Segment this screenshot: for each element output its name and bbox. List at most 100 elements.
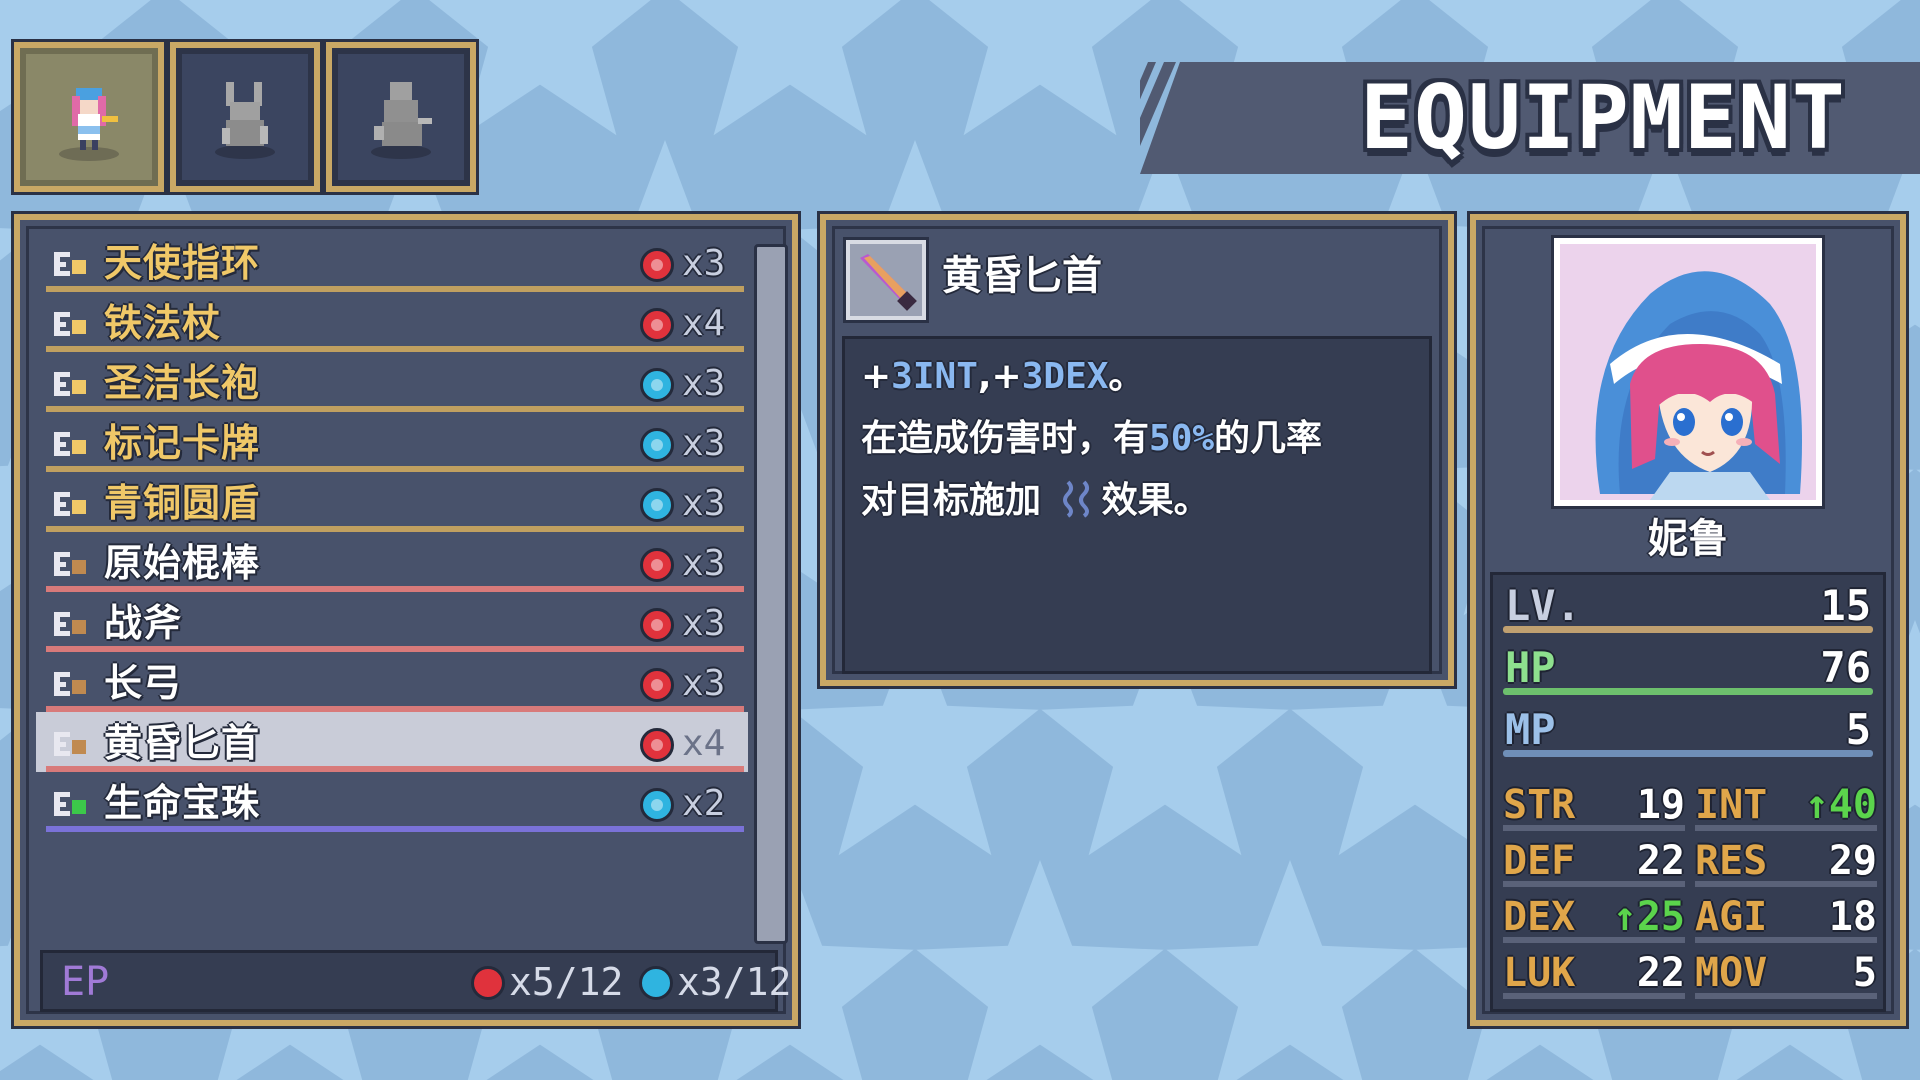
stat-value: 18 xyxy=(1828,894,1877,940)
equipment-item-cost: x4 xyxy=(682,303,726,344)
equipment-item-name: 天使指环 xyxy=(104,241,261,285)
text-chance-post: 的几率 xyxy=(1214,418,1323,459)
character-name: 妮鲁 xyxy=(1648,516,1728,562)
item-description: +3INT,+3DEX。 在造成伤害时，有50%的几率 对目标施加 效果。 xyxy=(842,336,1432,674)
description-line-1: +3INT,+3DEX。 xyxy=(861,353,1144,401)
mp-value: 5 xyxy=(1845,705,1871,754)
equipment-item-name: 青铜圆盾 xyxy=(104,481,261,525)
tab-character-1[interactable] xyxy=(11,39,167,195)
description-line-3: 对目标施加 效果。 xyxy=(861,477,1210,525)
tab-character-2[interactable] xyxy=(167,39,323,195)
equipment-item-name: 铁法杖 xyxy=(104,301,222,345)
stat-value: ↑25 xyxy=(1612,894,1685,940)
stat-value: 22 xyxy=(1636,838,1685,884)
red-orb-icon xyxy=(471,966,505,1000)
stat-bonus-int: 3INT xyxy=(891,356,978,397)
stat-int: INT ↑40 xyxy=(1695,779,1877,833)
stat-agi: AGI 18 xyxy=(1695,891,1877,945)
item-detail-panel: 黄昏匕首 +3INT,+3DEX。 在造成伤害时，有50%的几率 对目标施加 效… xyxy=(817,211,1457,689)
stat-label: AGI xyxy=(1695,894,1768,940)
equipment-item[interactable]: 圣洁长袍 x3 xyxy=(36,352,748,412)
equipment-item[interactable]: 标记卡牌 x3 xyxy=(36,412,748,472)
hp-row: HP 76 xyxy=(1503,641,1873,699)
equipment-item[interactable]: 铁法杖 x4 xyxy=(36,292,748,352)
blue-orb-icon xyxy=(639,966,673,1000)
equipment-item-name: 生命宝珠 xyxy=(104,781,261,825)
equipment-item-name: 战斧 xyxy=(104,601,183,645)
armor-icon xyxy=(50,364,90,404)
equipment-item-name: 长弓 xyxy=(104,661,183,705)
stat-value: 5 xyxy=(1852,950,1877,996)
hp-value: 76 xyxy=(1820,643,1871,692)
stat-label: MOV xyxy=(1695,950,1768,996)
stat-str: STR 19 xyxy=(1503,779,1685,833)
stat-luk: LUK 22 xyxy=(1503,947,1685,1001)
bow-icon xyxy=(50,664,90,704)
background-star xyxy=(916,860,1164,1080)
equipment-item-cost: x4 xyxy=(682,723,726,764)
stat-underline xyxy=(1503,993,1685,999)
staff-icon xyxy=(50,304,90,344)
blue-orb-icon xyxy=(640,488,674,522)
screen-title: EQUIPMENT xyxy=(1360,66,1846,169)
stat-label: DEX xyxy=(1503,894,1576,940)
blue-orb-icon xyxy=(640,788,674,822)
equipment-item[interactable]: 长弓 x3 xyxy=(36,652,748,712)
dagger-icon xyxy=(50,724,90,764)
accessory-icon xyxy=(50,244,90,284)
background-star xyxy=(1166,860,1414,1080)
stat-value: 19 xyxy=(1636,782,1685,828)
equipment-item[interactable]: 青铜圆盾 x3 xyxy=(36,472,748,532)
stat-label: INT xyxy=(1695,782,1768,828)
wave-status-icon xyxy=(1062,480,1089,518)
equipment-item-cost: x3 xyxy=(682,663,726,704)
stat-label: RES xyxy=(1695,838,1768,884)
hp-bar xyxy=(1503,688,1873,695)
mage-girl-sprite-icon xyxy=(59,88,119,161)
stat-mov: MOV 5 xyxy=(1695,947,1877,1001)
tab-character-3[interactable] xyxy=(323,39,479,195)
locked-character-silhouette-icon xyxy=(215,82,275,159)
ep-summary-bar: EP x5/12 x3/12 xyxy=(40,950,791,1012)
stat-underline xyxy=(1695,881,1877,887)
equipment-item-cost: x2 xyxy=(682,783,726,824)
club-icon xyxy=(50,544,90,584)
stats-box: LV. 15 HP 76 MP 5 STR 19 INT ↑40 DEF 22 RES 29 D… xyxy=(1490,572,1886,1012)
hp-label: HP xyxy=(1505,643,1556,692)
equipment-item[interactable]: 战斧 x3 xyxy=(36,592,748,652)
background-star xyxy=(679,0,901,136)
mp-label: MP xyxy=(1505,705,1556,754)
stat-label: LUK xyxy=(1503,950,1576,996)
level-value: 15 xyxy=(1820,581,1871,630)
scrollbar[interactable] xyxy=(754,244,788,944)
stat-value: 22 xyxy=(1636,950,1685,996)
red-orb-icon xyxy=(640,248,674,282)
stat-bonus-dex: 3DEX xyxy=(1021,356,1109,397)
stat-underline xyxy=(1503,937,1685,943)
locked-character-silhouette-icon xyxy=(371,82,432,159)
card-icon xyxy=(50,424,90,464)
equipment-item[interactable]: 天使指环 x3 xyxy=(36,232,748,292)
dagger-icon xyxy=(860,254,917,311)
text-period: 。 xyxy=(1108,356,1145,397)
equipment-list-panel: 天使指环 x3 铁法杖 x4 圣洁长袍 x3 标记卡牌 x3 青铜圆盾 x3 原始棍棒 x3 战斧 x3 长… xyxy=(11,211,801,1029)
stat-label: STR xyxy=(1503,782,1576,828)
red-orb-icon xyxy=(640,308,674,342)
text-plus: + xyxy=(861,356,892,397)
level-label: LV. xyxy=(1505,581,1581,630)
red-orb-icon xyxy=(640,548,674,582)
mp-row: MP 5 xyxy=(1503,703,1873,761)
equipment-item-cost: x3 xyxy=(682,423,726,464)
stat-underline xyxy=(1695,937,1877,943)
character-portrait xyxy=(1551,235,1825,509)
chance-percent: 50% xyxy=(1149,418,1215,459)
equipment-item-cost: x3 xyxy=(682,243,726,284)
equipment-item[interactable]: 原始棍棒 x3 xyxy=(36,532,748,592)
equipment-item-cost: x3 xyxy=(682,603,726,644)
equipment-item[interactable]: 生命宝珠 x2 xyxy=(36,772,748,832)
blue-orb-icon xyxy=(640,428,674,462)
equipment-item-selected[interactable]: 黄昏匕首 x4 xyxy=(36,712,748,772)
equipment-item-name: 圣洁长袍 xyxy=(104,361,261,405)
orb-icon xyxy=(50,784,90,824)
stat-def: DEF 22 xyxy=(1503,835,1685,889)
